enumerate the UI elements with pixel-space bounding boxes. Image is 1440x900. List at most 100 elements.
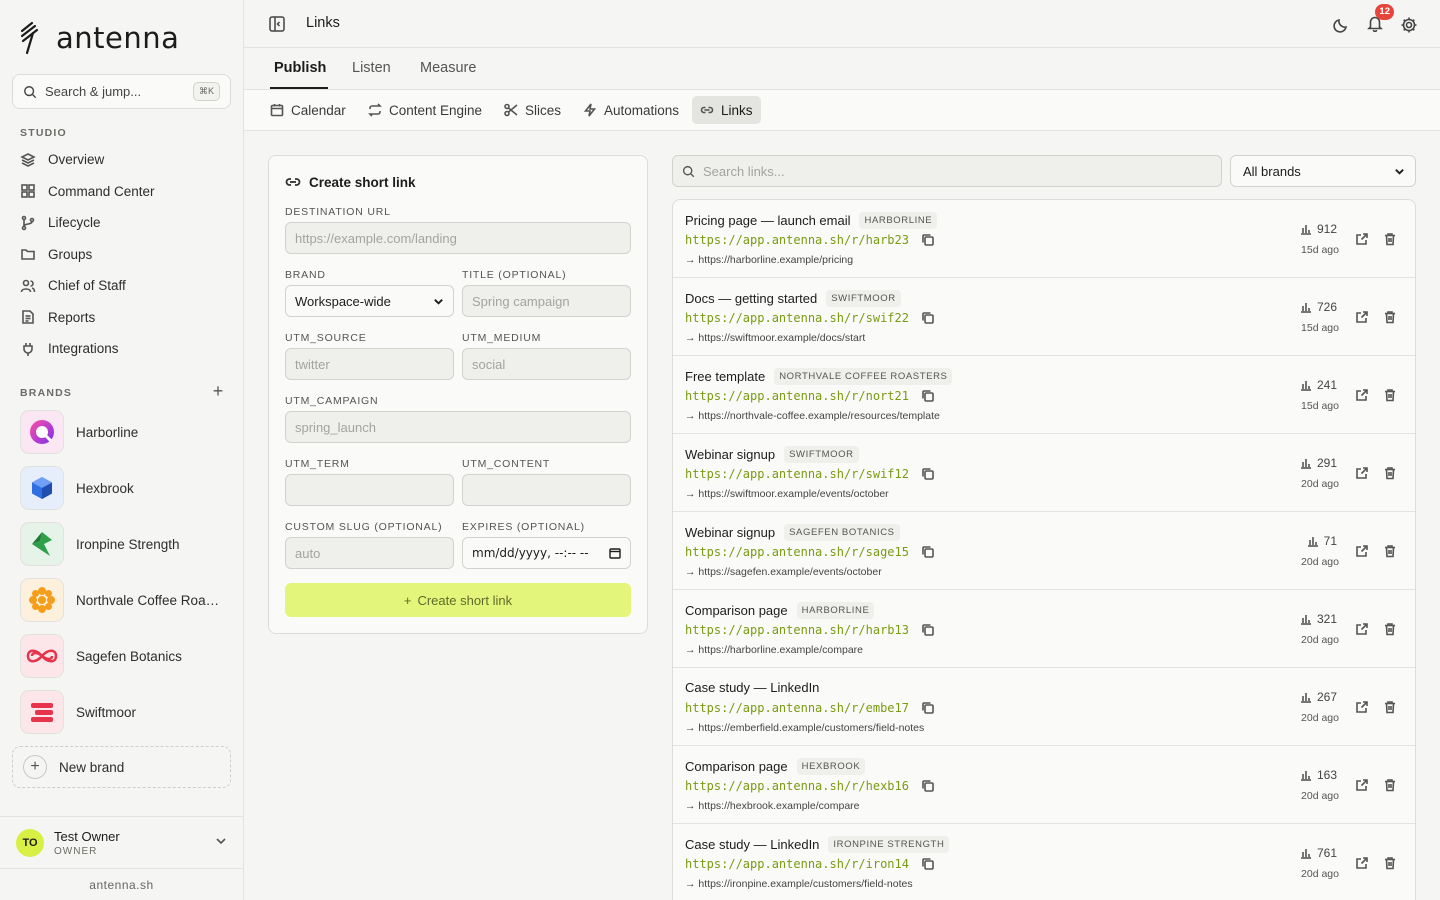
tab-measure[interactable]: Measure <box>420 60 476 76</box>
delete-link-button[interactable] <box>1383 466 1397 480</box>
delete-link-button[interactable] <box>1383 778 1397 792</box>
moon-icon[interactable] <box>1332 16 1350 34</box>
open-link-button[interactable] <box>1355 856 1369 870</box>
open-link-button[interactable] <box>1355 778 1369 792</box>
nav-item-integrations[interactable]: Integrations <box>12 333 232 365</box>
expires-input[interactable]: mm/dd/yyyy, --:-- -- <box>462 537 631 569</box>
copy-icon[interactable] <box>921 779 935 793</box>
subtab-content-engine[interactable]: Content Engine <box>360 96 490 124</box>
search-links-input[interactable]: Search links... <box>672 155 1222 187</box>
copy-icon[interactable] <box>921 311 935 325</box>
bar-chart-icon <box>1300 381 1311 391</box>
copy-icon[interactable] <box>921 467 935 481</box>
delete-link-button[interactable] <box>1383 232 1397 246</box>
brand-item-sagefen-botanics[interactable]: Sagefen Botanics <box>12 628 232 684</box>
subtab-slices[interactable]: Slices <box>496 96 569 124</box>
sagefen-logo-icon <box>20 634 64 678</box>
open-link-button[interactable] <box>1355 622 1369 636</box>
utm-term-input[interactable] <box>285 474 454 506</box>
tab-listen[interactable]: Listen <box>352 60 391 76</box>
bar-chart-icon <box>1300 849 1311 859</box>
nav-item-chief-of-staff[interactable]: Chief of Staff <box>12 270 232 302</box>
link-row[interactable]: Comparison page HEXBROOK https://app.ante… <box>673 746 1415 824</box>
nav-item-label: Command Center <box>48 183 155 199</box>
link-row[interactable]: Case study — LinkedIn IRONPINE STRENGTH h… <box>673 824 1415 900</box>
brand-select[interactable]: Workspace-wide <box>285 285 454 317</box>
nav-item-groups[interactable]: Groups <box>12 239 232 271</box>
user-menu[interactable]: TO Test Owner OWNER <box>0 816 243 868</box>
delete-link-button[interactable] <box>1383 310 1397 324</box>
create-button-label: Create short link <box>417 592 513 608</box>
open-link-button[interactable] <box>1355 388 1369 402</box>
subtab-calendar[interactable]: Calendar <box>262 96 354 124</box>
repeat-icon <box>368 103 382 117</box>
sidebar-toggle-icon[interactable] <box>268 15 286 33</box>
new-brand-button[interactable]: + New brand <box>12 746 231 788</box>
copy-icon[interactable] <box>921 857 935 871</box>
nav-item-overview[interactable]: Overview <box>12 144 232 176</box>
brand-filter-select[interactable]: All brands <box>1230 155 1416 187</box>
app-logo[interactable]: antenna <box>18 20 179 56</box>
link-age: 20d ago <box>1301 712 1339 724</box>
delete-link-button[interactable] <box>1383 544 1397 558</box>
short-url-text[interactable]: https://app.antenna.sh/r/nort21 <box>685 389 909 403</box>
short-url-text[interactable]: https://app.antenna.sh/r/swif12 <box>685 467 909 481</box>
click-count-value: 267 <box>1316 690 1337 704</box>
short-url-text[interactable]: https://app.antenna.sh/r/sage15 <box>685 545 909 559</box>
delete-link-button[interactable] <box>1383 856 1397 870</box>
brand-item-northvale-coffee[interactable]: Northvale Coffee Roasters <box>12 572 232 628</box>
notifications-button[interactable]: 12 <box>1366 4 1394 35</box>
short-url-text[interactable]: https://app.antenna.sh/r/swif22 <box>685 311 909 325</box>
open-link-button[interactable] <box>1355 466 1369 480</box>
link-row[interactable]: Webinar signup SAGEFEN BOTANICS https://a… <box>673 512 1415 590</box>
tab-publish[interactable]: Publish <box>274 60 326 76</box>
brand-item-harborline[interactable]: Harborline <box>12 404 232 460</box>
open-link-button[interactable] <box>1355 232 1369 246</box>
brand-name: Swiftmoor <box>76 704 137 720</box>
nav-item-lifecycle[interactable]: Lifecycle <box>12 207 232 239</box>
custom-slug-input[interactable]: auto <box>285 537 454 569</box>
open-link-button[interactable] <box>1355 544 1369 558</box>
short-url-text[interactable]: https://app.antenna.sh/r/iron14 <box>685 857 909 871</box>
nav-item-reports[interactable]: Reports <box>12 302 232 334</box>
link-row[interactable]: Case study — LinkedIn https://app.antenn… <box>673 668 1415 746</box>
short-url-text[interactable]: https://app.antenna.sh/r/harb23 <box>685 233 909 247</box>
brand-item-ironpine-strength[interactable]: Ironpine Strength <box>12 516 232 572</box>
delete-link-button[interactable] <box>1383 388 1397 402</box>
copy-icon[interactable] <box>921 545 935 559</box>
delete-link-button[interactable] <box>1383 700 1397 714</box>
link-row[interactable]: Pricing page — launch email HARBORLINE ht… <box>673 200 1415 278</box>
short-url-text[interactable]: https://app.antenna.sh/r/embe17 <box>685 701 909 715</box>
utm-campaign-input[interactable]: spring_launch <box>285 411 631 443</box>
click-count: 267 <box>1300 690 1337 704</box>
copy-icon[interactable] <box>921 389 935 403</box>
title-input[interactable]: Spring campaign <box>462 285 631 317</box>
short-url-text[interactable]: https://app.antenna.sh/r/harb13 <box>685 623 909 637</box>
create-short-link-button[interactable]: + Create short link <box>285 583 631 617</box>
brand-item-swiftmoor[interactable]: Swiftmoor <box>12 684 232 740</box>
nav-item-command-center[interactable]: Command Center <box>12 176 232 208</box>
utm-medium-input[interactable]: social <box>462 348 631 380</box>
nav-item-label: Overview <box>48 152 105 168</box>
link-row[interactable]: Comparison page HARBORLINE https://app.an… <box>673 590 1415 668</box>
delete-link-button[interactable] <box>1383 622 1397 636</box>
utm-content-label: UTM_CONTENT <box>462 458 551 470</box>
destination-url-input[interactable]: https://example.com/landing <box>285 222 631 254</box>
subtab-automations[interactable]: Automations <box>575 96 687 124</box>
add-brand-button[interactable]: + <box>210 382 226 400</box>
link-row[interactable]: Docs — getting started SWIFTMOOR https://… <box>673 278 1415 356</box>
open-link-button[interactable] <box>1355 310 1369 324</box>
global-search[interactable]: Search & jump... ⌘K <box>12 74 231 109</box>
brand-item-hexbrook[interactable]: Hexbrook <box>12 460 232 516</box>
utm-content-input[interactable] <box>462 474 631 506</box>
link-row[interactable]: Webinar signup SWIFTMOOR https://app.ante… <box>673 434 1415 512</box>
subtab-links[interactable]: Links <box>692 96 761 124</box>
copy-icon[interactable] <box>921 233 935 247</box>
short-url-text[interactable]: https://app.antenna.sh/r/hexb16 <box>685 779 909 793</box>
copy-icon[interactable] <box>921 623 935 637</box>
open-link-button[interactable] <box>1355 700 1369 714</box>
utm-source-input[interactable]: twitter <box>285 348 454 380</box>
copy-icon[interactable] <box>921 701 935 715</box>
gear-icon[interactable] <box>1400 16 1418 34</box>
link-row[interactable]: Free template NORTHVALE COFFEE ROASTERS h… <box>673 356 1415 434</box>
